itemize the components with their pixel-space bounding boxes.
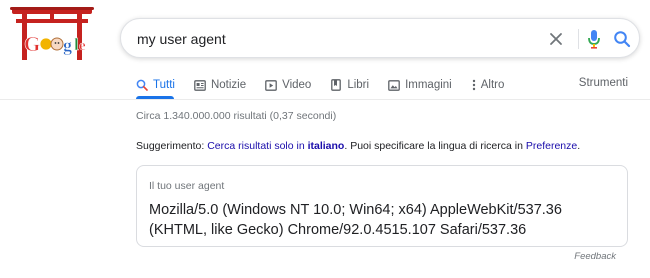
- search-icon: [136, 79, 148, 91]
- user-agent-value: Mozilla/5.0 (Windows NT 10.0; Win64; x64…: [149, 202, 562, 238]
- tab-video[interactable]: Video: [265, 79, 311, 91]
- tab-label: Libri: [347, 79, 370, 91]
- language-suggestion: Suggerimento: Cerca risultati solo in it…: [136, 140, 580, 152]
- result-stats: Circa 1.340.000.000 risultati (0,37 seco…: [136, 110, 337, 122]
- image-icon: [388, 79, 400, 91]
- close-icon[interactable]: [545, 28, 567, 50]
- feedback-link[interactable]: Feedback: [574, 251, 616, 262]
- tab-altro[interactable]: Altro: [471, 79, 505, 91]
- suggestion-suffix: .: [577, 140, 581, 152]
- header-divider: [0, 99, 650, 100]
- tab-label: Notizie: [210, 79, 247, 91]
- svg-text:G: G: [24, 32, 40, 56]
- suggestion-middle: . Puoi specificare la lingua di ricerca …: [344, 140, 523, 152]
- more-vertical-icon: [471, 79, 477, 91]
- search-input[interactable]: [137, 29, 537, 49]
- search-box-divider: [578, 29, 579, 49]
- tab-notizie[interactable]: Notizie: [194, 79, 246, 91]
- tools-button[interactable]: Strumenti: [579, 77, 628, 89]
- tab-label: Altro: [480, 79, 505, 91]
- torii-gate-doodle-image: G g l e: [10, 7, 94, 60]
- search-box[interactable]: [120, 18, 640, 58]
- tab-label: Tutti: [153, 79, 175, 91]
- link-text: Cerca risultati solo in: [207, 140, 305, 152]
- tab-label: Immagini: [405, 79, 452, 91]
- news-icon: [194, 79, 206, 91]
- google-doodle-logo[interactable]: G g l e: [10, 6, 94, 62]
- microphone-icon[interactable]: [583, 28, 605, 50]
- user-agent-card: Il tuo user agent Mozilla/5.0 (Windows N…: [136, 165, 628, 247]
- book-icon: [330, 79, 342, 91]
- tab-libri[interactable]: Libri: [330, 79, 369, 91]
- suggestion-prefix: Suggerimento:: [136, 140, 205, 152]
- svg-text:g: g: [63, 35, 72, 55]
- preferences-link[interactable]: Preferenze: [526, 140, 577, 152]
- language-name: italiano: [307, 140, 345, 152]
- tab-tutti[interactable]: Tutti: [136, 79, 175, 91]
- user-agent-label: Il tuo user agent: [149, 180, 225, 192]
- video-icon: [265, 79, 277, 91]
- magnifier-icon[interactable]: [611, 28, 633, 50]
- tab-label: Video: [282, 79, 312, 91]
- search-only-italian-link[interactable]: Cerca risultati solo in italiano: [207, 140, 344, 152]
- search-tabs: Tutti Notizie Video Libri Immagini Altro: [136, 76, 523, 94]
- svg-text:e: e: [79, 38, 86, 54]
- tab-immagini[interactable]: Immagini: [388, 79, 452, 91]
